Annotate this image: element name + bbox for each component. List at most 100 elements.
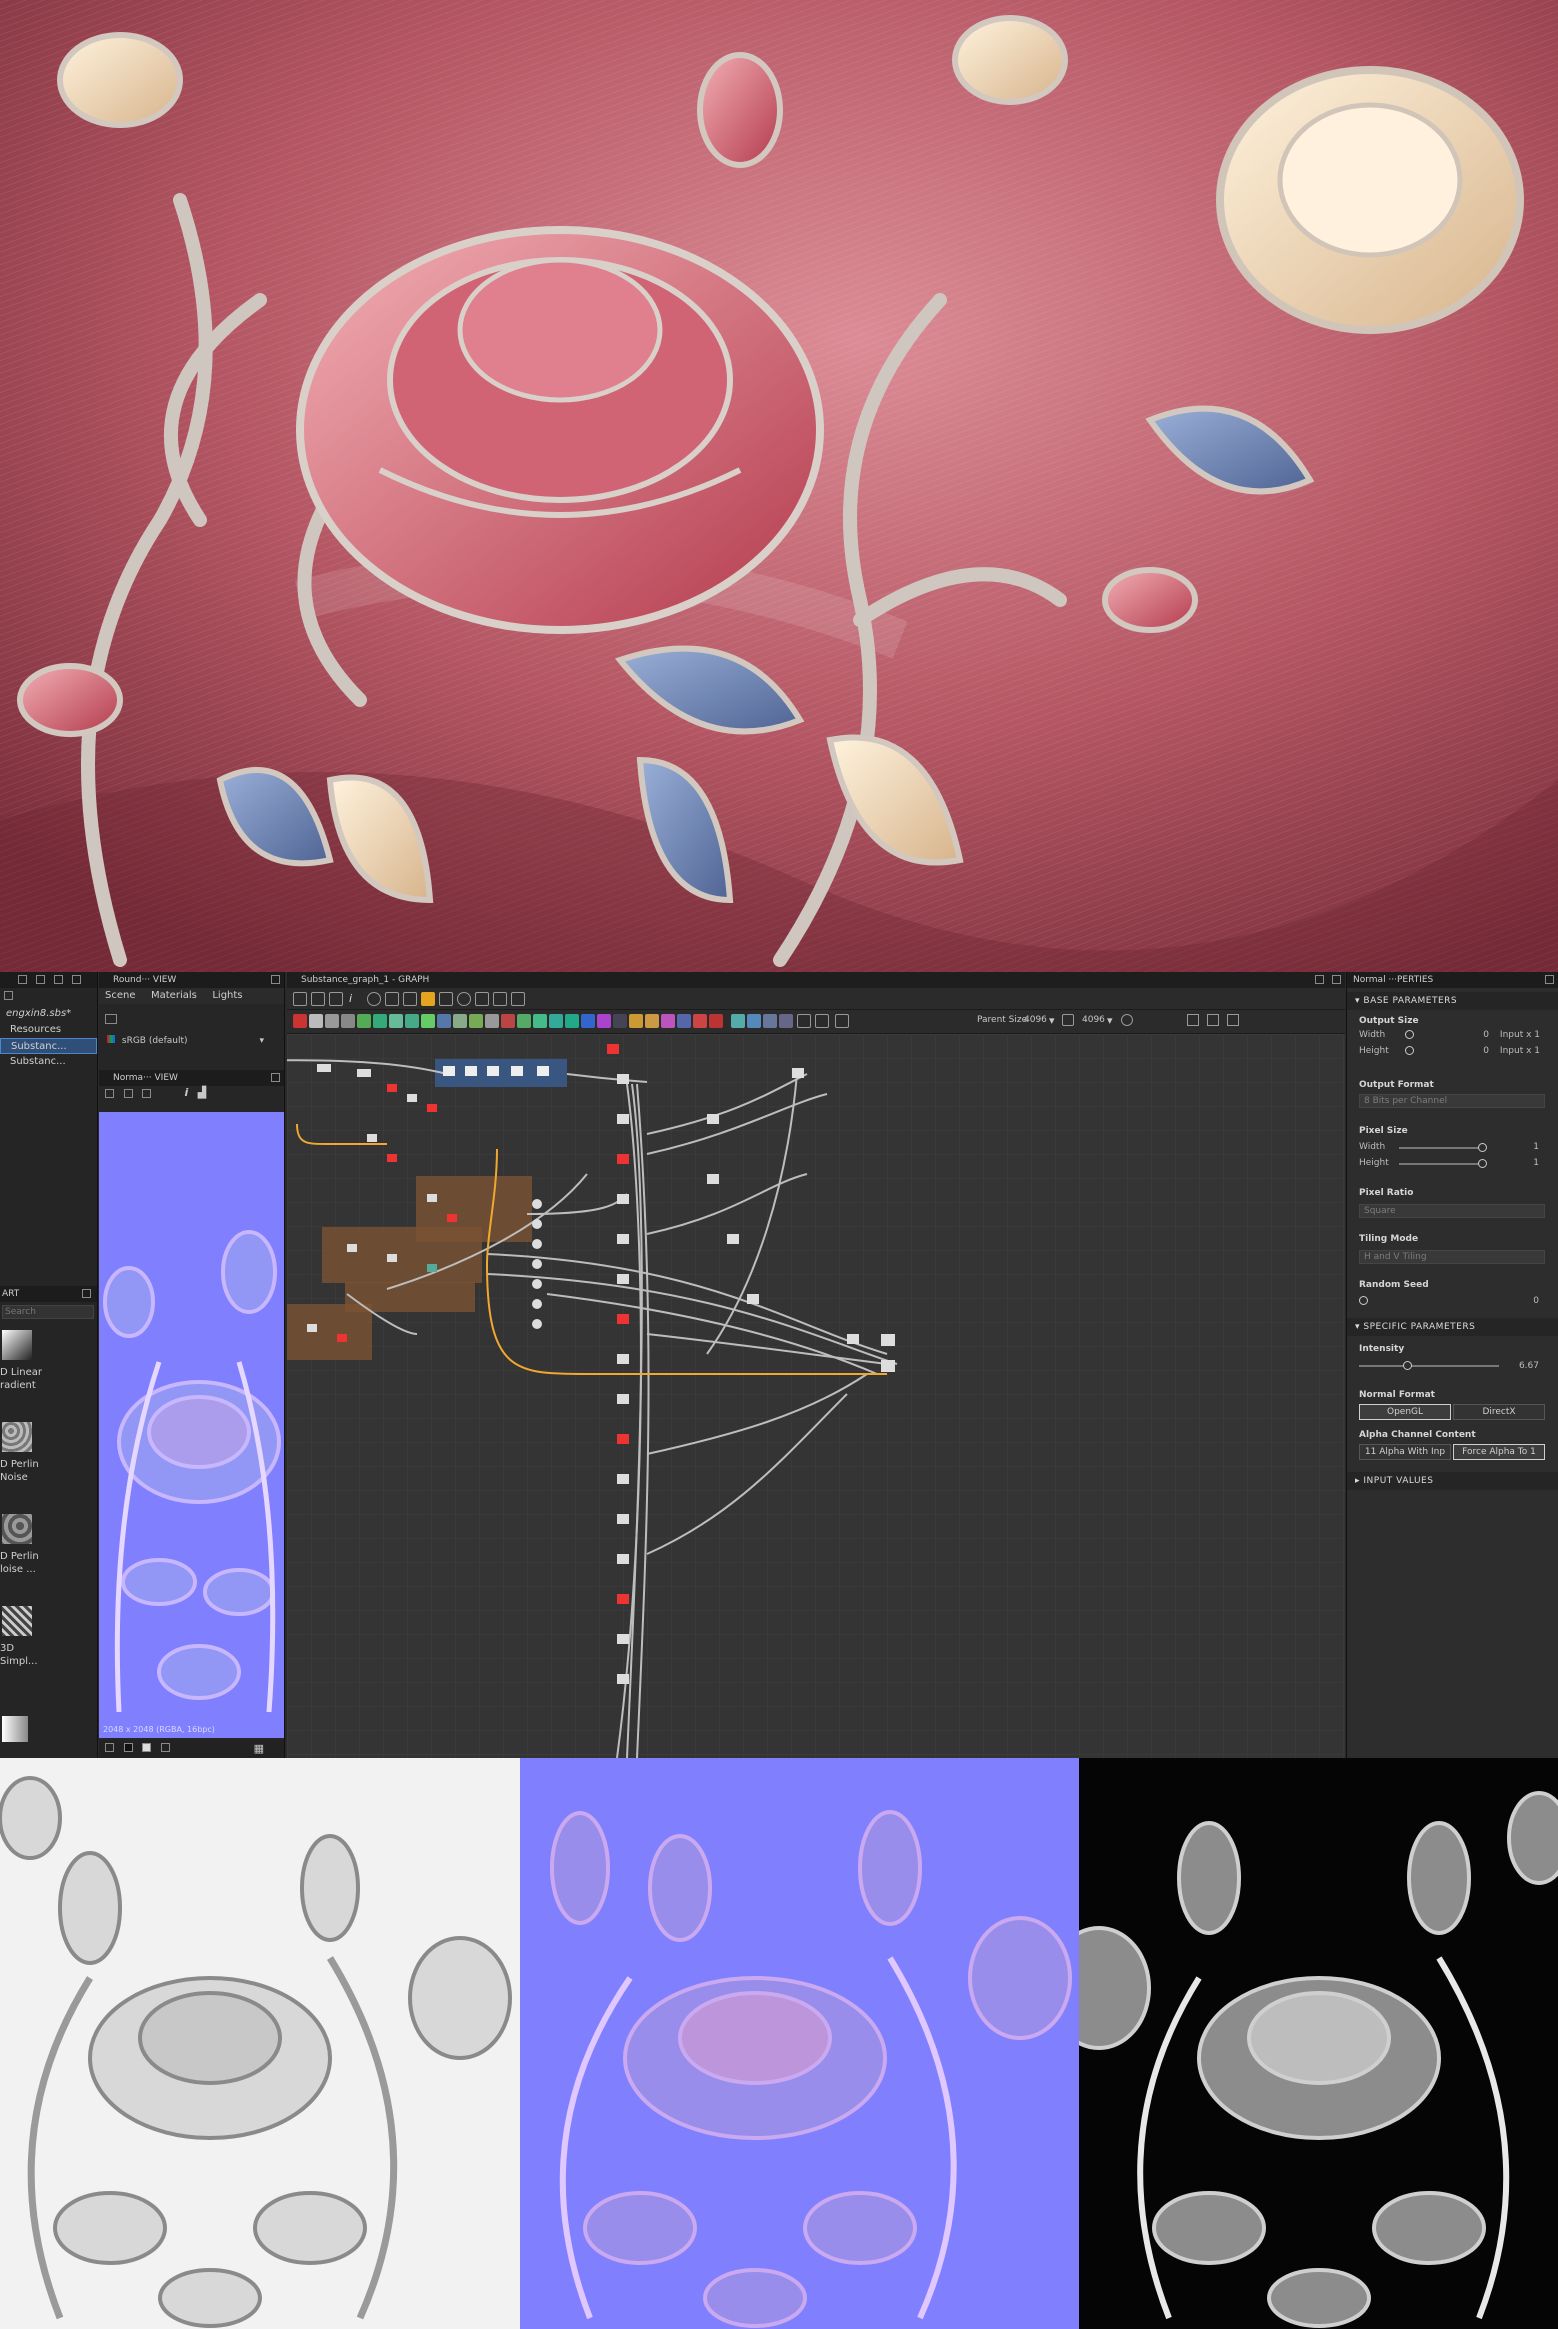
pixel-width-value[interactable]: 1 (1507, 1142, 1539, 1152)
tile-icon[interactable] (421, 1014, 435, 1028)
value-icon[interactable] (629, 1014, 643, 1028)
connect-icon[interactable] (421, 992, 435, 1006)
parent-size-width[interactable]: 4096 (1024, 1015, 1047, 1025)
explorer-item-graph[interactable]: Substanc... (0, 1054, 97, 1070)
alpha-with-input[interactable]: 11 Alpha With Inp (1359, 1444, 1451, 1460)
pin-icon[interactable] (18, 975, 27, 984)
random-seed-knob[interactable] (1359, 1296, 1368, 1305)
comment-icon[interactable] (747, 1014, 761, 1028)
section-specific-parameters[interactable]: ▾ SPECIFIC PARAMETERS (1347, 1318, 1558, 1336)
atomic-node-icon[interactable] (293, 1014, 307, 1028)
normal-map-preview[interactable]: 2048 x 2048 (RGBA, 16bpc) (99, 1112, 284, 1738)
transform-icon[interactable] (357, 1014, 371, 1028)
fit-icon[interactable] (105, 1088, 114, 1098)
output-width-slider[interactable] (1405, 1030, 1414, 1039)
tools-icon[interactable] (475, 992, 489, 1006)
alpha-force-one[interactable]: Force Alpha To 1 (1453, 1444, 1545, 1460)
camera-icon[interactable] (105, 1014, 117, 1024)
package-name[interactable]: engxin8.sbs* (0, 1006, 97, 1022)
library-search-input[interactable] (2, 1305, 94, 1319)
float-icon[interactable] (35, 975, 45, 984)
pin-node-icon[interactable] (763, 1014, 777, 1028)
curve-icon[interactable] (437, 1014, 451, 1028)
copy-icon[interactable] (142, 1088, 151, 1098)
maximize-icon[interactable] (53, 975, 63, 984)
search-icon[interactable] (367, 992, 381, 1006)
graph-canvas[interactable] (206, 1034, 1345, 1758)
output-height-slider[interactable] (1405, 1046, 1414, 1055)
warning-icon[interactable] (645, 1014, 659, 1028)
uniform-color-icon[interactable] (309, 1014, 323, 1028)
grid-icon[interactable]: ▦ (254, 1742, 264, 1755)
tab-lights[interactable]: Lights (206, 988, 248, 1004)
graph-close-icon[interactable] (1332, 975, 1341, 984)
intensity-knob[interactable] (1403, 1361, 1412, 1370)
layers-icon[interactable] (105, 1742, 114, 1752)
colorspace-select[interactable]: sRGB (default) ▾ (99, 1034, 284, 1048)
dots-icon[interactable] (815, 1014, 829, 1028)
output-width-mode[interactable]: Input x 1 (1492, 1030, 1540, 1040)
save-icon[interactable] (123, 1088, 133, 1098)
library-item-linear-gradient[interactable]: D Linear radient (0, 1330, 96, 1422)
shape-icon[interactable] (517, 1014, 531, 1028)
section-base-parameters[interactable]: ▾ BASE PARAMETERS (1347, 992, 1558, 1010)
library-item-simplex[interactable]: 3D Simpl... (0, 1606, 96, 1698)
view-icon[interactable] (797, 1014, 811, 1028)
channel-white-icon[interactable] (142, 1742, 151, 1752)
export-icon[interactable] (493, 992, 507, 1006)
close-icon[interactable] (71, 975, 81, 984)
crop-icon[interactable] (1227, 1014, 1239, 1026)
parent-size-height[interactable]: 4096 (1082, 1015, 1105, 1025)
frame-all-icon[interactable] (293, 992, 307, 1006)
link-size-icon[interactable] (1062, 1014, 1074, 1026)
info-icon[interactable]: i (349, 992, 363, 1006)
library-item-perlin-noise-2[interactable]: D Perlin loise ... (0, 1514, 96, 1606)
pixel-height-knob[interactable] (1478, 1159, 1487, 1168)
output-height-mode[interactable]: Input x 1 (1492, 1046, 1540, 1056)
emboss-icon[interactable] (469, 1014, 483, 1028)
split-icon[interactable] (439, 992, 453, 1006)
random-seed-value[interactable]: 0 (1507, 1296, 1539, 1306)
align-icon[interactable] (311, 992, 325, 1006)
output-height-value[interactable]: 0 (1465, 1046, 1489, 1056)
pixel-height-track[interactable] (1399, 1163, 1483, 1165)
arrow-icon[interactable] (835, 1014, 849, 1028)
refresh-icon[interactable] (457, 992, 471, 1006)
frame-comment[interactable] (247, 1304, 372, 1360)
ao-icon[interactable] (565, 1014, 579, 1028)
screenshot-icon[interactable] (329, 992, 343, 1006)
warp-icon[interactable] (373, 1014, 387, 1028)
output-width-value[interactable]: 0 (1465, 1030, 1489, 1040)
output-format-select[interactable]: 8 Bits per Channel (1359, 1094, 1545, 1108)
new-package-icon[interactable] (4, 990, 13, 1000)
frame-icon[interactable] (731, 1014, 745, 1028)
pixel-height-value[interactable]: 1 (1507, 1158, 1539, 1168)
explorer-item-graph-selected[interactable]: Substanc... (0, 1038, 97, 1054)
pixel-ratio-select[interactable]: Square (1359, 1204, 1545, 1218)
navigation-icon[interactable] (779, 1014, 793, 1028)
pixel-width-knob[interactable] (1478, 1143, 1487, 1152)
fx-map-icon[interactable] (501, 1014, 515, 1028)
explorer-item-resources[interactable]: Resources (0, 1022, 97, 1038)
sphere-icon[interactable] (581, 1014, 595, 1028)
channel-black-icon[interactable] (123, 1742, 133, 1752)
library-item-perlin-noise[interactable]: D Perlin Noise (0, 1422, 96, 1514)
properties-close-icon[interactable] (1545, 975, 1554, 984)
graph-nodes[interactable] (207, 1044, 895, 1684)
frame-comment[interactable] (322, 1227, 482, 1283)
hsl-icon[interactable] (453, 1014, 467, 1028)
svg-icon[interactable] (693, 1014, 707, 1028)
normal-icon[interactable] (533, 1014, 547, 1028)
info-icon[interactable]: i (185, 1086, 189, 1099)
gradient-map-icon[interactable] (405, 1014, 419, 1028)
section-input-values[interactable]: ▸ INPUT VALUES (1347, 1472, 1558, 1490)
intensity-value[interactable]: 6.67 (1507, 1361, 1539, 1371)
bitmap-icon[interactable] (677, 1014, 691, 1028)
output-icon[interactable] (709, 1014, 723, 1028)
tab-scene[interactable]: Scene (99, 988, 142, 1004)
settings-icon[interactable] (1187, 1014, 1199, 1026)
library-close-icon[interactable] (82, 1289, 91, 1298)
layout-icon[interactable] (1207, 1014, 1219, 1026)
height-icon[interactable] (549, 1014, 563, 1028)
grid-icon[interactable] (403, 992, 417, 1006)
